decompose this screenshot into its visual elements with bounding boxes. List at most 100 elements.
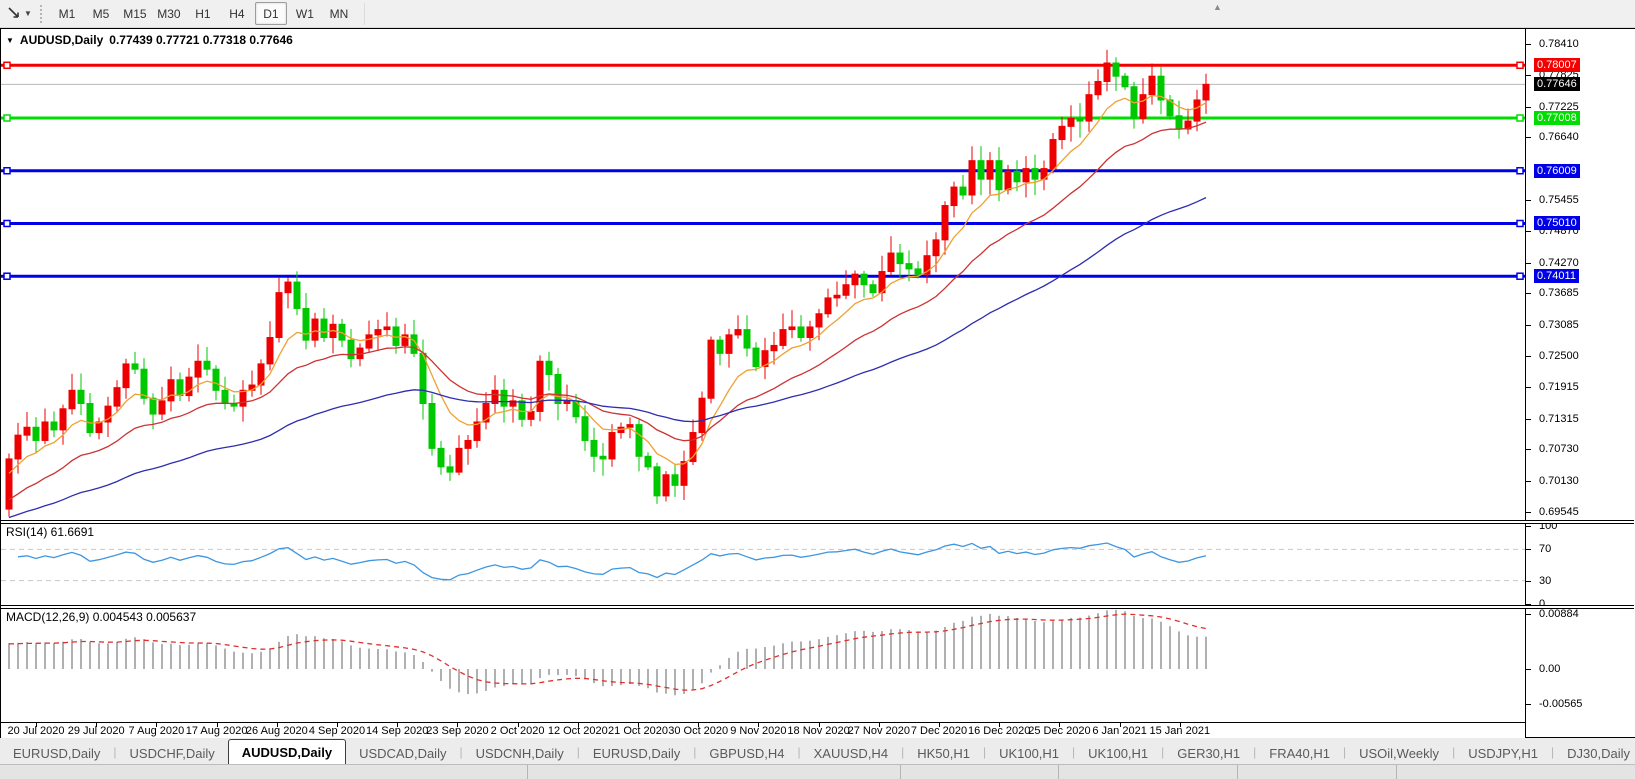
candle-body [627, 425, 633, 428]
candle-body [1176, 116, 1182, 129]
period-button-m30[interactable]: M30 [153, 2, 185, 25]
tab-eurusd-daily[interactable]: EURUSD,Daily [0, 742, 113, 764]
candle-body [645, 456, 651, 467]
candle-body [780, 330, 786, 346]
level-line-handle[interactable] [4, 168, 10, 174]
candle-body [141, 369, 147, 398]
candle-body [726, 335, 732, 353]
candle-body [969, 161, 975, 195]
candle-body [60, 409, 66, 430]
candle-body [96, 422, 102, 433]
candle-body [636, 425, 642, 457]
period-button-mn[interactable]: MN [323, 2, 355, 25]
level-line-handle[interactable] [4, 220, 10, 226]
candle-body [384, 327, 390, 330]
candle-body [204, 361, 210, 369]
tab-xauusd-h4[interactable]: XAUUSD,H4 [801, 742, 901, 764]
candle-body [465, 440, 471, 448]
price-tick [1526, 387, 1531, 388]
panel-splitter-macd[interactable] [1, 605, 1634, 609]
tab-uk100-h1[interactable]: UK100,H1 [1075, 742, 1161, 764]
candle-body [51, 422, 57, 430]
level-line-handle[interactable] [4, 115, 10, 121]
price-tick [1526, 75, 1531, 76]
date-label: 7 Dec 2020 [911, 725, 967, 737]
period-button-d1[interactable]: D1 [255, 2, 287, 25]
candle-body [375, 330, 381, 335]
tab-usdchf-daily[interactable]: USDCHF,Daily [117, 742, 228, 764]
price-tick-label: 0.69545 [1539, 506, 1579, 518]
candle-body [852, 274, 858, 285]
candle-body [15, 435, 21, 459]
tool-dropdown-caret-icon[interactable]: ▼ [24, 9, 32, 18]
level-line-handle[interactable] [1517, 220, 1523, 226]
price-tick [1526, 137, 1531, 138]
candle-body [834, 295, 840, 298]
level-line-handle[interactable] [4, 62, 10, 68]
price-tick [1526, 44, 1531, 45]
tabs-container: EURUSD,Daily|USDCHF,DailyAUDUSD,DailyUSD… [0, 739, 1635, 764]
date-label: 14 Sep 2020 [366, 725, 428, 737]
period-button-h1[interactable]: H1 [187, 2, 219, 25]
period-button-m15[interactable]: M15 [119, 2, 151, 25]
candle-body [564, 401, 570, 404]
tab-dj30-daily[interactable]: DJ30,Daily [1554, 742, 1635, 764]
candle-body [429, 403, 435, 448]
tab-audusd-daily[interactable]: AUDUSD,Daily [228, 739, 346, 764]
terminal-panel-edge [0, 764, 1635, 779]
candle-body [735, 330, 741, 335]
chart-window: ▼ AUDUSD,Daily 0.77439 0.77721 0.77318 0… [0, 28, 1635, 738]
tab-usoil-weekly[interactable]: USOil,Weekly [1346, 742, 1452, 764]
candle-body [825, 298, 831, 314]
tab-uk100-h1[interactable]: UK100,H1 [986, 742, 1072, 764]
candle-body [276, 293, 282, 338]
level-line-handle[interactable] [1517, 62, 1523, 68]
tab-usdjpy-h1[interactable]: USDJPY,H1 [1455, 742, 1551, 764]
date-label: 16 Dec 2020 [968, 725, 1030, 737]
candle-body [519, 401, 525, 419]
rsi-tick-label: 70 [1539, 543, 1551, 555]
candle-body [672, 475, 678, 486]
period-button-m1[interactable]: M1 [51, 2, 83, 25]
chart-title-caret-icon[interactable]: ▼ [6, 36, 14, 45]
candle-body [78, 390, 84, 403]
candle-body [807, 327, 813, 338]
toolbar-overflow-icon[interactable]: ▲ [1213, 2, 1222, 12]
level-price-badge: 0.78007 [1534, 58, 1580, 72]
tab-ger30-h1[interactable]: GER30,H1 [1164, 742, 1253, 764]
candle-body [1122, 76, 1128, 87]
date-label: 15 Jan 2021 [1150, 725, 1211, 737]
panel-splitter-rsi[interactable] [1, 520, 1634, 524]
terminal-column-divider [1396, 765, 1397, 779]
tab-hk50-h1[interactable]: HK50,H1 [904, 742, 983, 764]
level-line-handle[interactable] [4, 273, 10, 279]
date-label: 23 Sep 2020 [426, 725, 488, 737]
level-line-handle[interactable] [1517, 115, 1523, 121]
price-tick-label: 0.78410 [1539, 38, 1579, 50]
terminal-column-divider [527, 765, 528, 779]
macd-tick [1526, 669, 1531, 670]
tab-usdcnh-daily[interactable]: USDCNH,Daily [463, 742, 577, 764]
tab-usdcad-daily[interactable]: USDCAD,Daily [346, 742, 459, 764]
candle-body [303, 308, 309, 340]
chart-plot [1, 29, 1525, 722]
candle-body [591, 440, 597, 456]
tab-gbpusd-h4[interactable]: GBPUSD,H4 [696, 742, 797, 764]
date-label: 2 Oct 2020 [491, 725, 545, 737]
toolbar-grip[interactable] [40, 5, 42, 23]
period-button-h4[interactable]: H4 [221, 2, 253, 25]
crosshair-tool-icon[interactable] [4, 4, 24, 24]
macd-tick-label: 0.00 [1539, 663, 1560, 675]
candle-body [1023, 169, 1029, 182]
rsi-tick [1526, 526, 1531, 527]
candle-body [438, 448, 444, 466]
candle-body [771, 345, 777, 350]
period-button-m5[interactable]: M5 [85, 2, 117, 25]
level-line-handle[interactable] [1517, 168, 1523, 174]
period-button-w1[interactable]: W1 [289, 2, 321, 25]
tab-fra40-h1[interactable]: FRA40,H1 [1256, 742, 1343, 764]
candle-body [159, 401, 165, 414]
chart-title: ▼ AUDUSD,Daily 0.77439 0.77721 0.77318 0… [6, 33, 293, 47]
level-line-handle[interactable] [1517, 273, 1523, 279]
tab-eurusd-daily[interactable]: EURUSD,Daily [580, 742, 693, 764]
